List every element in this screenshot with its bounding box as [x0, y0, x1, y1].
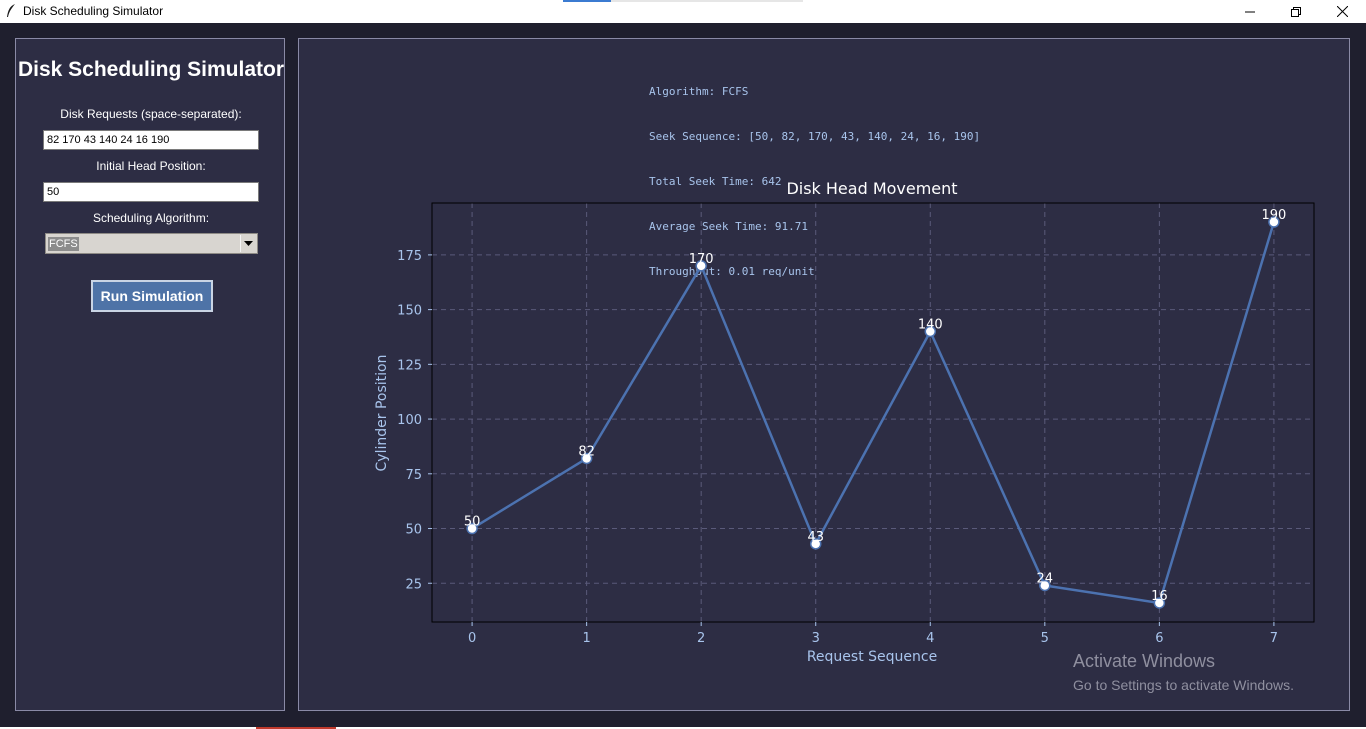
x-tick-label: 6: [1155, 631, 1163, 646]
plot-area: 0 1 2 3 4 5 6 7 25 50 75 100 125 150 175 50 82 170 43 140 24…: [397, 202, 1315, 646]
activation-watermark-title: Activate Windows: [1073, 651, 1216, 671]
panel-title: Disk Scheduling Simulator: [17, 58, 285, 81]
chart-xlabel: Request Sequence: [807, 649, 937, 665]
algorithm-label: Scheduling Algorithm:: [92, 211, 210, 225]
y-tick-label: 125: [397, 358, 422, 373]
head-position-label: Initial Head Position:: [96, 159, 206, 173]
data-label: 170: [689, 252, 714, 267]
data-label: 24: [1037, 571, 1054, 586]
close-icon[interactable]: [1319, 0, 1365, 23]
disk-movement-chart: Disk Head Movement Request Sequence Cyli…: [374, 179, 1315, 665]
algorithm-select[interactable]: FCFS: [45, 233, 258, 254]
chevron-down-icon[interactable]: [240, 235, 256, 252]
x-tick-label: 3: [812, 631, 820, 646]
data-label: 50: [464, 515, 481, 530]
feather-app-icon: [5, 3, 17, 19]
data-label: 140: [918, 318, 943, 333]
x-tick-label: 7: [1270, 631, 1278, 646]
x-tick-label: 5: [1041, 631, 1049, 646]
run-simulation-button[interactable]: Run Simulation: [91, 280, 213, 312]
activation-watermark-subtitle: Go to Settings to activate Windows.: [1073, 677, 1294, 693]
chart-ylabel: Cylinder Position: [374, 355, 390, 472]
series-line: [471, 221, 1276, 605]
x-tick-label: 4: [926, 631, 934, 646]
requests-input[interactable]: [43, 130, 259, 150]
x-tick-label: 2: [697, 631, 705, 646]
chart-title: Disk Head Movement: [786, 179, 957, 198]
y-tick-label: 175: [397, 249, 422, 264]
minimize-icon[interactable]: [1227, 0, 1273, 23]
data-label: 190: [1261, 208, 1286, 223]
data-label: 16: [1151, 589, 1168, 604]
taskbar-hint: [563, 0, 611, 2]
algorithm-selected-value: FCFS: [48, 237, 79, 251]
plot-frame: [431, 202, 1315, 623]
input-panel: Disk Scheduling Simulator Disk Requests …: [15, 38, 285, 711]
requests-label: Disk Requests (space-separated):: [60, 107, 242, 121]
y-tick-label: 150: [397, 304, 422, 319]
maximize-icon[interactable]: [1273, 0, 1319, 23]
x-tick-label: 1: [582, 631, 590, 646]
y-tick-label: 100: [397, 413, 422, 428]
data-label: 43: [807, 530, 824, 545]
taskbar-hint-track: [611, 0, 803, 2]
data-label: 82: [578, 444, 595, 459]
x-tick-label: 0: [468, 631, 476, 646]
window-title: Disk Scheduling Simulator: [23, 4, 164, 18]
window-titlebar: Disk Scheduling Simulator: [0, 0, 1366, 23]
y-tick-label: 75: [405, 468, 422, 483]
y-tick-label: 25: [405, 577, 422, 592]
y-tick-label: 50: [405, 523, 422, 538]
head-position-input[interactable]: [43, 182, 259, 202]
results-panel: Algorithm: FCFS Seek Sequence: [50, 82, …: [298, 38, 1350, 711]
